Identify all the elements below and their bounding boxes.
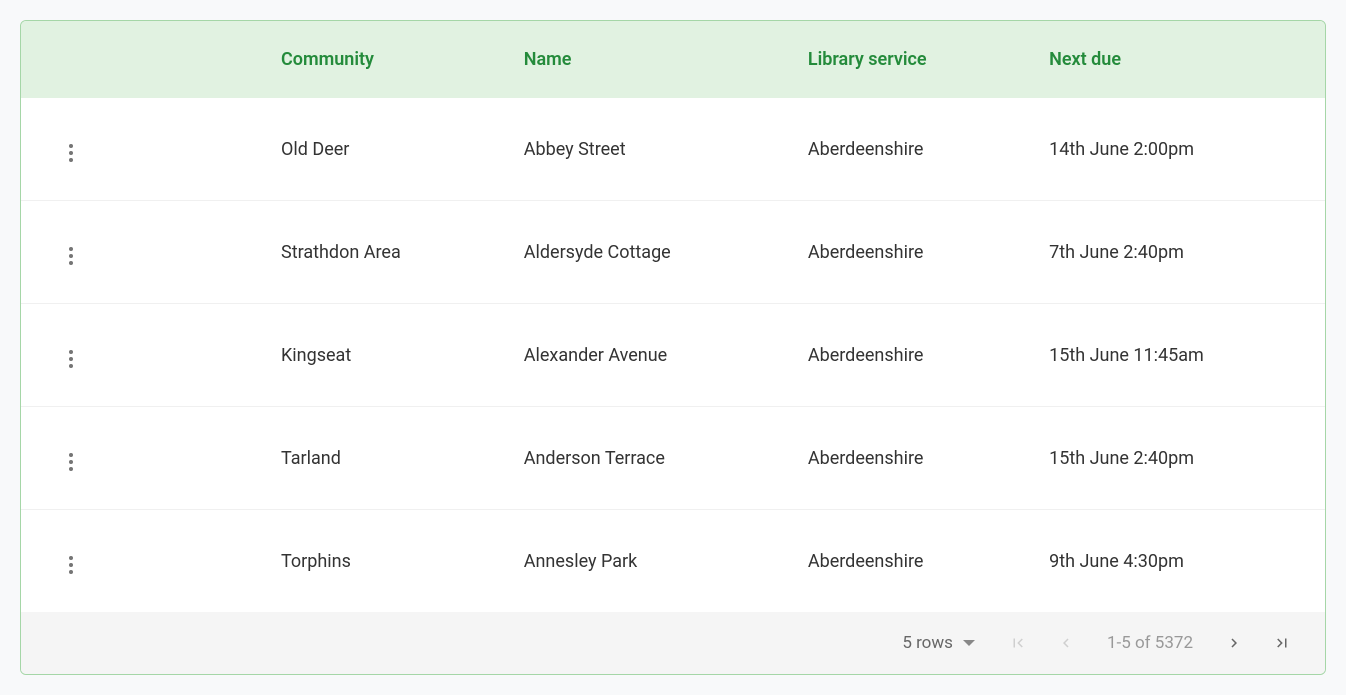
table-row: Tarland Anderson Terrace Aberdeenshire 1…	[21, 407, 1325, 510]
table-header: Community Name Library service Next due	[21, 21, 1325, 98]
column-community[interactable]: Community	[261, 21, 504, 98]
cell-community: Tarland	[261, 407, 504, 510]
table-row: Kingseat Alexander Avenue Aberdeenshire …	[21, 304, 1325, 407]
cell-community: Torphins	[261, 510, 504, 613]
last-page-icon[interactable]	[1269, 630, 1295, 656]
table-row: Torphins Annesley Park Aberdeenshire 9th…	[21, 510, 1325, 613]
more-vert-icon[interactable]	[65, 346, 77, 372]
column-service[interactable]: Library service	[788, 21, 1029, 98]
cell-community: Strathdon Area	[261, 201, 504, 304]
prev-page-icon[interactable]	[1053, 630, 1079, 656]
cell-due: 9th June 4:30pm	[1029, 510, 1325, 613]
cell-service: Aberdeenshire	[788, 304, 1029, 407]
stops-table: Community Name Library service Next due …	[21, 21, 1325, 612]
cell-name: Alexander Avenue	[504, 304, 788, 407]
next-page-icon[interactable]	[1221, 630, 1247, 656]
pagination-info: 1-5 of 5372	[1107, 633, 1193, 653]
cell-due: 7th June 2:40pm	[1029, 201, 1325, 304]
data-table-container: Community Name Library service Next due …	[20, 20, 1326, 675]
cell-name: Annesley Park	[504, 510, 788, 613]
cell-service: Aberdeenshire	[788, 510, 1029, 613]
more-vert-icon[interactable]	[65, 140, 77, 166]
column-name[interactable]: Name	[504, 21, 788, 98]
cell-due: 15th June 2:40pm	[1029, 407, 1325, 510]
rows-per-page-selector[interactable]: 5 rows	[902, 633, 975, 653]
cell-service: Aberdeenshire	[788, 201, 1029, 304]
cell-due: 14th June 2:00pm	[1029, 98, 1325, 201]
column-actions	[21, 21, 261, 98]
more-vert-icon[interactable]	[65, 552, 77, 578]
table-footer: 5 rows 1-5 of 5372	[21, 612, 1325, 674]
cell-community: Old Deer	[261, 98, 504, 201]
column-due[interactable]: Next due	[1029, 21, 1325, 98]
cell-community: Kingseat	[261, 304, 504, 407]
cell-name: Aldersyde Cottage	[504, 201, 788, 304]
dropdown-icon	[963, 640, 975, 646]
cell-name: Abbey Street	[504, 98, 788, 201]
cell-service: Aberdeenshire	[788, 98, 1029, 201]
cell-due: 15th June 11:45am	[1029, 304, 1325, 407]
table-body: Old Deer Abbey Street Aberdeenshire 14th…	[21, 98, 1325, 612]
rows-per-page-label: 5 rows	[902, 633, 953, 653]
cell-name: Anderson Terrace	[504, 407, 788, 510]
cell-service: Aberdeenshire	[788, 407, 1029, 510]
pagination-controls: 1-5 of 5372	[1005, 630, 1295, 656]
table-row: Old Deer Abbey Street Aberdeenshire 14th…	[21, 98, 1325, 201]
more-vert-icon[interactable]	[65, 449, 77, 475]
more-vert-icon[interactable]	[65, 243, 77, 269]
table-row: Strathdon Area Aldersyde Cottage Aberdee…	[21, 201, 1325, 304]
first-page-icon[interactable]	[1005, 630, 1031, 656]
